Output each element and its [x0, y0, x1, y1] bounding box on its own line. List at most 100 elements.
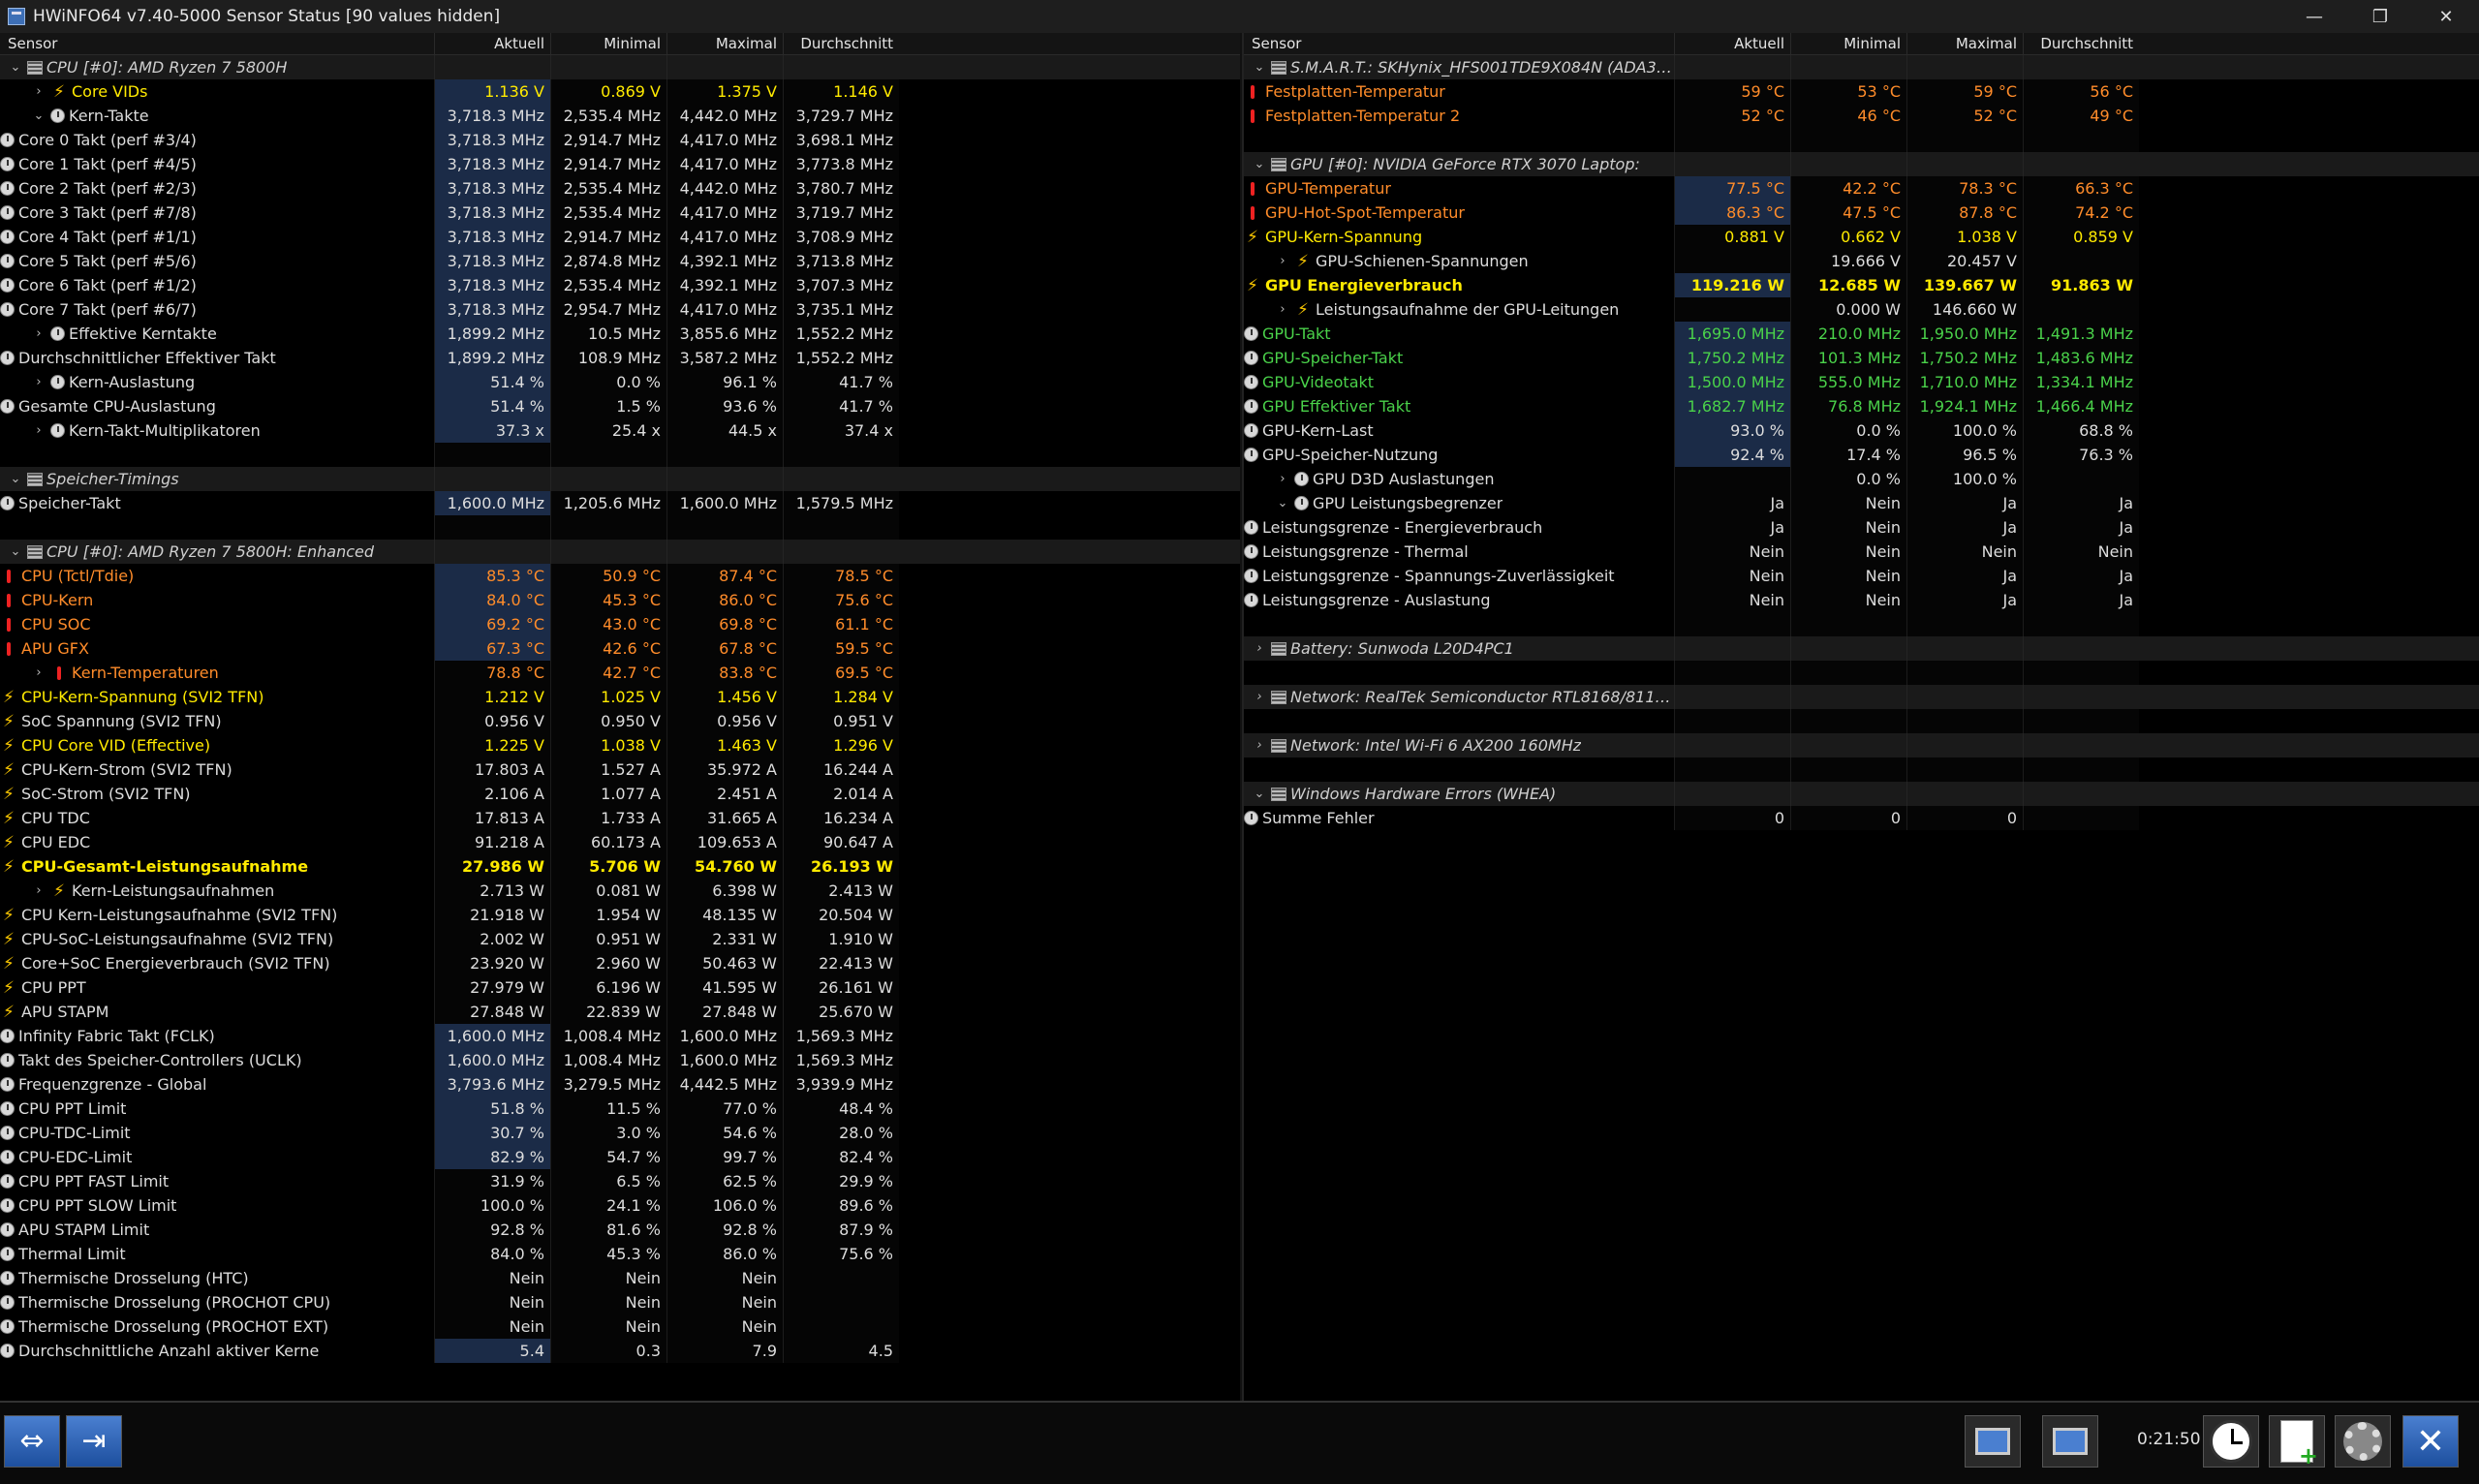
sensor-group-header[interactable]: ⌄ S.M.A.R.T.: SKHynix_HFS001TDE9X084N (AD…: [1244, 55, 2479, 79]
chevron-down-icon[interactable]: ⌄: [1248, 157, 1271, 171]
sensor-row[interactable]: GPU-Takt 1,695.0 MHz 210.0 MHz 1,950.0 MHz 1…: [1244, 322, 2479, 346]
sensor-row[interactable]: Frequenzgrenze - Global 3,793.6 MHz 3,279.…: [0, 1072, 1240, 1097]
close-button[interactable]: ✕: [2413, 0, 2479, 33]
chevron-right-icon[interactable]: ›: [27, 883, 50, 898]
col-max[interactable]: Maximal: [666, 33, 783, 54]
sensor-row[interactable]: ⚡ CPU TDC 17.813 A 1.733 A 31.665 A 16.234 A: [0, 806, 1240, 830]
chevron-right-icon[interactable]: ›: [1271, 472, 1294, 486]
sensor-row[interactable]: ⚡ GPU Energieverbrauch 119.216 W 12.685 W 13…: [1244, 273, 2479, 297]
sensor-row[interactable]: CPU-Kern 84.0 °C 45.3 °C 86.0 °C 75.6 °C: [0, 588, 1240, 612]
sensor-row[interactable]: › ⚡ GPU-Schienen-Spannungen 19.666 V 20.457 …: [1244, 249, 2479, 273]
sensor-row[interactable]: › ⚡ Core VIDs 1.136 V 0.869 V 1.375 V 1.146 V: [0, 79, 1240, 104]
sensor-row[interactable]: › Kern-Auslastung 51.4 % 0.0 % 96.1 % 41.7 %: [0, 370, 1240, 394]
sensor-row[interactable]: GPU-Hot-Spot-Temperatur 86.3 °C 47.5 °C 87.…: [1244, 201, 2479, 225]
chevron-down-icon[interactable]: ⌄: [4, 60, 27, 75]
sensor-row[interactable]: › Effektive Kerntakte 1,899.2 MHz 10.5 MHz 3…: [0, 322, 1240, 346]
minimize-button[interactable]: —: [2281, 0, 2347, 33]
sensor-row[interactable]: CPU PPT SLOW Limit 100.0 % 24.1 % 106.0 % 89…: [0, 1193, 1240, 1218]
sensor-row[interactable]: Leistungsgrenze - Thermal Nein Nein Nein Nei…: [1244, 540, 2479, 564]
sensor-row[interactable]: ⚡ Core+SoC Energieverbrauch (SVI2 TFN) 23.…: [0, 951, 1240, 975]
sensor-row[interactable]: CPU-EDC-Limit 82.9 % 54.7 % 99.7 % 82.4 %: [0, 1145, 1240, 1169]
sensor-row[interactable]: Thermal Limit 84.0 % 45.3 % 86.0 % 75.6 %: [0, 1242, 1240, 1266]
sensor-group-header[interactable]: ⌄ CPU [#0]: AMD Ryzen 7 5800H: Enhanced: [0, 540, 1240, 564]
sensor-row[interactable]: ⚡ CPU Core VID (Effective) 1.225 V 1.038 V1…: [0, 733, 1240, 757]
sensor-row[interactable]: GPU-Kern-Last 93.0 % 0.0 % 100.0 % 68.8 %: [1244, 418, 2479, 443]
sensor-row[interactable]: ⚡ SoC-Strom (SVI2 TFN) 2.106 A 1.077 A 2.451…: [0, 782, 1240, 806]
sensor-row[interactable]: CPU-TDC-Limit 30.7 % 3.0 % 54.6 % 28.0 %: [0, 1121, 1240, 1145]
sensor-row[interactable]: Core 6 Takt (perf #1/2) 3,718.3 MHz 2,535.…: [0, 273, 1240, 297]
sensor-row[interactable]: Thermische Drosselung (PROCHOT EXT) Nein N…: [0, 1314, 1240, 1339]
col-sensor[interactable]: Sensor: [1244, 33, 1674, 54]
sensor-row[interactable]: Core 0 Takt (perf #3/4) 3,718.3 MHz 2,914.…: [0, 128, 1240, 152]
sensor-row[interactable]: ⚡ CPU PPT 27.979 W 6.196 W 41.595 W 26.161 W: [0, 975, 1240, 1000]
sensor-row[interactable]: Core 7 Takt (perf #6/7) 3,718.3 MHz 2,954.…: [0, 297, 1240, 322]
sensor-row[interactable]: ⚡ SoC Spannung (SVI2 TFN) 0.956 V 0.950 V 0.…: [0, 709, 1240, 733]
close-sensor-window-button[interactable]: ✕: [2402, 1415, 2459, 1468]
sensor-row[interactable]: GPU-Videotakt 1,500.0 MHz 555.0 MHz 1,710.0…: [1244, 370, 2479, 394]
sensor-row[interactable]: GPU-Speicher-Nutzung 92.4 % 17.4 % 96.5 % 76…: [1244, 443, 2479, 467]
sensor-row[interactable]: ⚡ CPU-Gesamt-Leistungsaufnahme 27.986 W 5.7…: [0, 854, 1240, 879]
chevron-right-icon[interactable]: ›: [1248, 738, 1271, 753]
sensor-row[interactable]: Core 4 Takt (perf #1/1) 3,718.3 MHz 2,914.…: [0, 225, 1240, 249]
sensor-row[interactable]: ⚡ CPU-SoC-Leistungsaufnahme (SVI2 TFN) 2.0…: [0, 927, 1240, 951]
col-avg[interactable]: Durchschnitt: [783, 33, 899, 54]
sensor-row[interactable]: GPU Effektiver Takt 1,682.7 MHz 76.8 MHz 1,…: [1244, 394, 2479, 418]
sensor-row[interactable]: Gesamte CPU-Auslastung 51.4 % 1.5 % 93.6 % 4…: [0, 394, 1240, 418]
chevron-down-icon[interactable]: ⌄: [27, 108, 50, 123]
chevron-right-icon[interactable]: ›: [1248, 641, 1271, 656]
sensor-row[interactable]: Thermische Drosselung (PROCHOT CPU) Nein N…: [0, 1290, 1240, 1314]
sensor-row[interactable]: Infinity Fabric Takt (FCLK) 1,600.0 MHz 1,…: [0, 1024, 1240, 1048]
collapse-expand-button[interactable]: ⇥: [66, 1415, 122, 1468]
sensor-row[interactable]: Durchschnittliche Anzahl aktiver Kerne 5.…: [0, 1339, 1240, 1363]
sensor-row[interactable]: › Kern-Temperaturen 78.8 °C 42.7 °C 83.8 °C 6…: [0, 661, 1240, 685]
sensor-row[interactable]: Durchschnittlicher Effektiver Takt 1,899.…: [0, 346, 1240, 370]
sensor-group-header[interactable]: › Network: RealTek Semiconductor RTL8168/…: [1244, 685, 2479, 709]
chevron-down-icon[interactable]: ⌄: [1271, 496, 1294, 510]
sensor-row[interactable]: ⚡ CPU Kern-Leistungsaufnahme (SVI2 TFN) 21…: [0, 903, 1240, 927]
reset-timer-button[interactable]: [2203, 1415, 2259, 1468]
sensor-row[interactable]: › Kern-Takt-Multiplikatoren 37.3 x 25.4 x 44…: [0, 418, 1240, 443]
network-button[interactable]: [2042, 1415, 2098, 1468]
chevron-right-icon[interactable]: ›: [27, 665, 50, 680]
navigate-left-right-button[interactable]: ⇔: [4, 1415, 60, 1468]
sensor-row[interactable]: ⚡ CPU-Kern-Spannung (SVI2 TFN) 1.212 V 1.02…: [0, 685, 1240, 709]
sensor-group-header[interactable]: ⌄ Windows Hardware Errors (WHEA): [1244, 782, 2479, 806]
settings-button[interactable]: [2335, 1415, 2391, 1468]
chevron-down-icon[interactable]: ⌄: [1248, 60, 1271, 75]
chevron-right-icon[interactable]: ›: [1271, 302, 1294, 317]
sensor-row[interactable]: CPU SOC 69.2 °C 43.0 °C 69.8 °C 61.1 °C: [0, 612, 1240, 636]
sensor-row[interactable]: Thermische Drosselung (HTC) Nein Nein Nein: [0, 1266, 1240, 1290]
sensor-row[interactable]: ⌄ GPU Leistungsbegrenzer Ja Nein Ja Ja: [1244, 491, 2479, 515]
chevron-right-icon[interactable]: ›: [27, 326, 50, 341]
sensor-row[interactable]: Speicher-Takt 1,600.0 MHz 1,205.6 MHz 1,600…: [0, 491, 1240, 515]
col-max[interactable]: Maximal: [1906, 33, 2023, 54]
col-min[interactable]: Minimal: [550, 33, 666, 54]
sensor-row[interactable]: Festplatten-Temperatur 2 52 °C 46 °C 52 °C 4…: [1244, 104, 2479, 128]
sensor-row[interactable]: Leistungsgrenze - Auslastung Nein Nein Ja Ja: [1244, 588, 2479, 612]
sensor-monitor-button[interactable]: [1965, 1415, 2021, 1468]
sensor-row[interactable]: ⚡ GPU-Kern-Spannung 0.881 V 0.662 V 1.038 V0…: [1244, 225, 2479, 249]
sensor-row[interactable]: › GPU D3D Auslastungen 0.0 % 100.0 %: [1244, 467, 2479, 491]
sensor-row[interactable]: › ⚡ Kern-Leistungsaufnahmen 2.713 W 0.081 W6…: [0, 879, 1240, 903]
col-min[interactable]: Minimal: [1790, 33, 1906, 54]
sensor-row[interactable]: Summe Fehler 0 0 0: [1244, 806, 2479, 830]
chevron-right-icon[interactable]: ›: [1248, 690, 1271, 704]
sensor-group-header[interactable]: › Network: Intel Wi-Fi 6 AX200 160MHz: [1244, 733, 2479, 757]
sensor-row[interactable]: Leistungsgrenze - Energieverbrauch Ja Nein…: [1244, 515, 2479, 540]
sensor-row[interactable]: Core 3 Takt (perf #7/8) 3,718.3 MHz 2,535.…: [0, 201, 1240, 225]
sensor-row[interactable]: ⌄ Kern-Takte 3,718.3 MHz 2,535.4 MHz 4,442.0…: [0, 104, 1240, 128]
sensor-row[interactable]: CPU PPT Limit 51.8 % 11.5 % 77.0 % 48.4 %: [0, 1097, 1240, 1121]
sensor-group-header[interactable]: ⌄ Speicher-Timings: [0, 467, 1240, 491]
sensor-row[interactable]: ⚡ CPU EDC 91.218 A 60.173 A 109.653 A 90.647 …: [0, 830, 1240, 854]
chevron-right-icon[interactable]: ›: [27, 423, 50, 438]
sensor-row[interactable]: Core 5 Takt (perf #5/6) 3,718.3 MHz 2,874.…: [0, 249, 1240, 273]
sensor-row[interactable]: Core 1 Takt (perf #4/5) 3,718.3 MHz 2,914.…: [0, 152, 1240, 176]
sensor-row[interactable]: Takt des Speicher-Controllers (UCLK) 1,60…: [0, 1048, 1240, 1072]
col-avg[interactable]: Durchschnitt: [2023, 33, 2139, 54]
sensor-row[interactable]: ⚡ APU STAPM 27.848 W 22.839 W 27.848 W 25.670…: [0, 1000, 1240, 1024]
col-current[interactable]: Aktuell: [1674, 33, 1790, 54]
chevron-right-icon[interactable]: ›: [27, 84, 50, 99]
col-sensor[interactable]: Sensor: [0, 33, 434, 54]
sensor-row[interactable]: GPU-Temperatur 77.5 °C 42.2 °C 78.3 °C 66.3 …: [1244, 176, 2479, 201]
sensor-row[interactable]: Leistungsgrenze - Spannungs-Zuverlässigk…: [1244, 564, 2479, 588]
